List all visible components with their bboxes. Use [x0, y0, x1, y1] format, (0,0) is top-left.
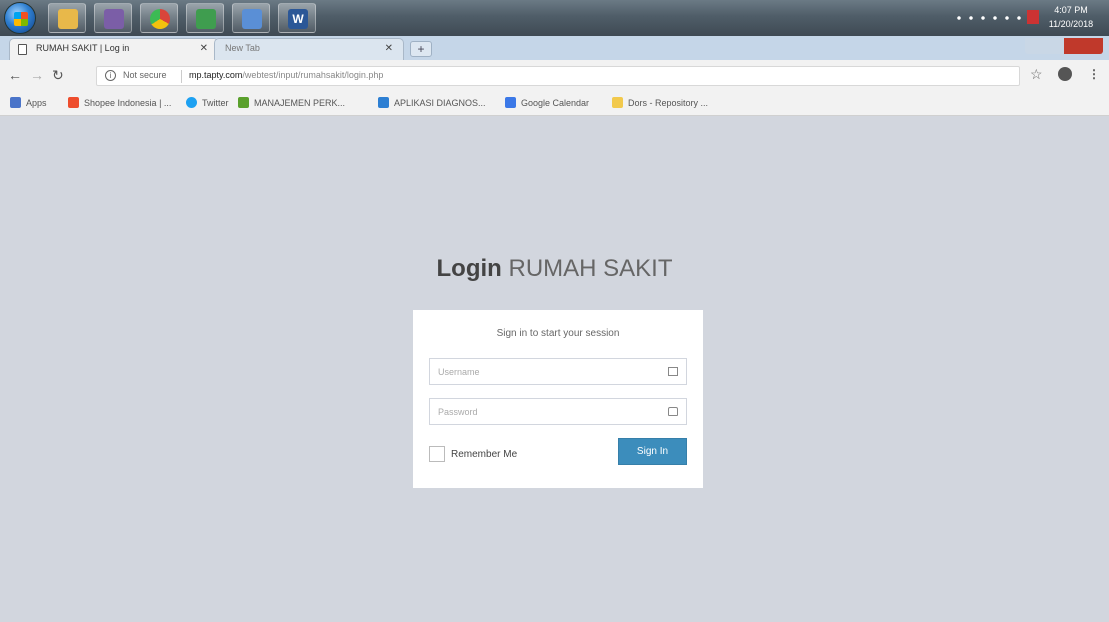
password-input[interactable]	[430, 399, 660, 424]
taskbar-media-app-icon[interactable]	[232, 3, 270, 33]
bookmark-label: Apps	[26, 97, 47, 108]
windows-taskbar: W 4:07 PM 11/20/2018	[0, 0, 1109, 36]
taskbar-chrome-icon[interactable]	[140, 3, 178, 33]
bookmark-label: APLIKASI DIAGNOS...	[394, 97, 486, 108]
account-icon[interactable]	[1058, 67, 1072, 81]
login-title-bold: Login	[436, 255, 502, 282]
bookmark-label: Shopee Indonesia | ...	[84, 97, 172, 108]
password-field[interactable]	[429, 398, 687, 425]
taskbar-photo-app-icon[interactable]	[186, 3, 224, 33]
menu-dots-icon[interactable]: ⋮	[1088, 67, 1100, 81]
login-box: Sign in to start your session Remember M…	[413, 310, 703, 488]
remember-me[interactable]: Remember Me	[429, 446, 517, 462]
forward-icon[interactable]: →	[30, 67, 44, 83]
browser-tab-strip: RUMAH SAKIT | Log in ✕ New Tab ✕ +	[0, 36, 1109, 60]
login-title-light: RUMAH SAKIT	[508, 255, 673, 282]
back-icon[interactable]: ←	[8, 67, 22, 83]
new-tab-button[interactable]: +	[410, 41, 432, 57]
repository-icon	[612, 97, 623, 108]
login-box-message: Sign in to start your session	[496, 328, 620, 339]
lock-icon	[668, 407, 678, 416]
bookmark-twitter[interactable]: Twitter	[186, 97, 229, 108]
security-label: Not secure	[123, 70, 167, 80]
bookmark-apps[interactable]: Apps	[10, 97, 47, 108]
bookmark-manajemen[interactable]: MANAJEMEN PERK...	[238, 97, 345, 108]
window-controls[interactable]	[1025, 38, 1103, 54]
tray-icons[interactable]	[953, 15, 1023, 21]
clock-time: 4:07 PM	[1054, 5, 1088, 15]
username-input[interactable]	[430, 359, 660, 384]
tab-title: RUMAH SAKIT | Log in	[36, 43, 130, 53]
tab-login[interactable]: RUMAH SAKIT | Log in ✕	[9, 38, 219, 60]
remember-me-label: Remember Me	[451, 448, 518, 460]
address-bar[interactable]: i Not secure mp.tapty.com/webtest/input/…	[96, 66, 1020, 86]
system-tray: 4:07 PM 11/20/2018	[939, 0, 1109, 36]
windows-logo-icon	[14, 12, 28, 26]
sign-in-button[interactable]: Sign In	[618, 438, 687, 465]
url-text[interactable]: mp.tapty.com/webtest/input/rumahsakit/lo…	[189, 70, 383, 80]
bookmark-label: Twitter	[202, 97, 229, 108]
bookmark-label: MANAJEMEN PERK...	[254, 97, 346, 108]
shopee-icon	[68, 97, 79, 108]
close-tab-icon[interactable]: ✕	[385, 43, 393, 54]
bookmark-label: Dors - Repository ...	[628, 97, 709, 108]
username-field[interactable]	[429, 358, 687, 385]
page-icon	[18, 44, 27, 55]
info-icon[interactable]: i	[105, 70, 116, 81]
login-page: Login RUMAH SAKIT Sign in to start your …	[0, 117, 1109, 622]
taskbar-visual-studio-icon[interactable]	[94, 3, 132, 33]
clock-date: 11/20/2018	[1048, 19, 1094, 29]
browser-toolbar: ← → ↻ i Not secure mp.tapty.com/webtest/…	[0, 60, 1109, 92]
taskbar-explorer-icon[interactable]	[48, 3, 86, 33]
envelope-icon	[668, 367, 678, 376]
site-icon	[238, 97, 249, 108]
system-clock[interactable]: 4:07 PM 11/20/2018	[1041, 3, 1101, 31]
calendar-icon	[505, 97, 516, 108]
apps-grid-icon	[10, 97, 21, 108]
bookmark-shopee[interactable]: Shopee Indonesia | ...	[68, 97, 171, 108]
twitter-icon	[186, 97, 197, 108]
start-button[interactable]	[4, 2, 36, 34]
tab-new-tab[interactable]: New Tab ✕	[214, 38, 404, 60]
bookmark-repository[interactable]: Dors - Repository ...	[612, 97, 708, 108]
bookmarks-bar: Apps Shopee Indonesia | ... Twitter MANA…	[0, 92, 1109, 116]
bookmark-google-calendar[interactable]: Google Calendar	[505, 97, 589, 108]
bookmark-aplikasi[interactable]: APLIKASI DIAGNOS...	[378, 97, 486, 108]
reload-icon[interactable]: ↻	[52, 67, 64, 84]
url-path: /webtest/input/rumahsakit/login.php	[242, 70, 384, 80]
document-icon	[378, 97, 389, 108]
action-center-flag-icon[interactable]	[1027, 10, 1039, 24]
divider	[181, 70, 182, 83]
bookmark-label: Google Calendar	[521, 97, 590, 108]
tab-title: New Tab	[225, 43, 260, 53]
bookmark-star-icon[interactable]: ☆	[1030, 66, 1043, 83]
remember-me-checkbox[interactable]	[429, 446, 445, 462]
close-tab-icon[interactable]: ✕	[200, 43, 208, 54]
taskbar-word-icon[interactable]: W	[278, 3, 316, 33]
login-logo: Login RUMAH SAKIT	[0, 255, 1109, 283]
url-host: mp.tapty.com	[189, 70, 243, 80]
